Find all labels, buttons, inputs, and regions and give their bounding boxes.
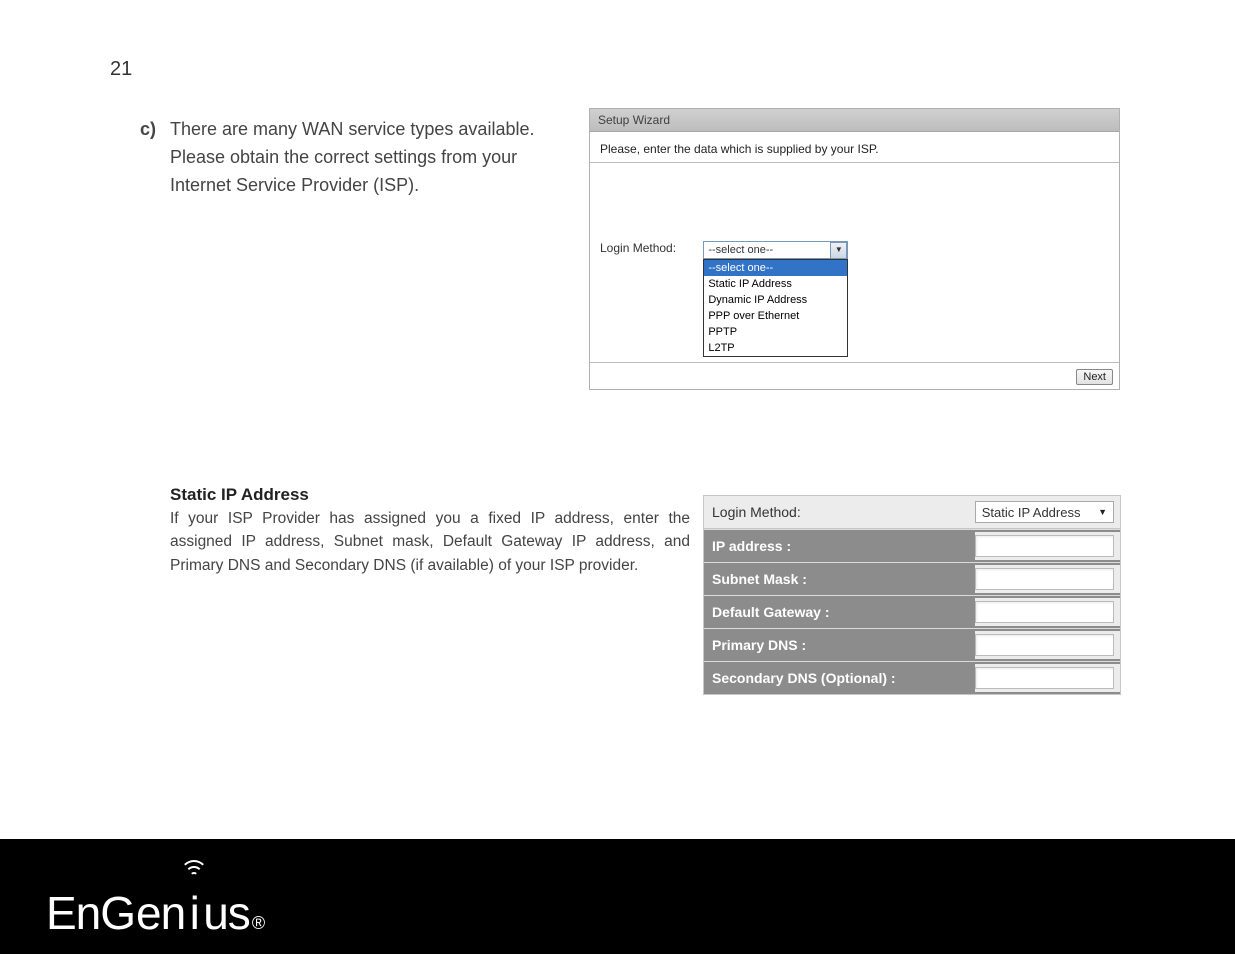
logo-text-us: us bbox=[203, 886, 250, 940]
static-ip-login-value: Static IP Address bbox=[982, 505, 1081, 520]
login-method-label: Login Method: bbox=[600, 241, 700, 255]
static-ip-login-row: Login Method: Static IP Address ▼ bbox=[704, 496, 1120, 529]
option-dynamic-ip[interactable]: Dynamic IP Address bbox=[704, 292, 847, 308]
section-c-text: There are many WAN service types availab… bbox=[170, 116, 560, 200]
option-l2tp[interactable]: L2TP bbox=[704, 340, 847, 356]
static-ip-login-label: Login Method: bbox=[704, 504, 975, 520]
registered-trademark-icon: ® bbox=[252, 913, 265, 934]
input-secondary-dns[interactable] bbox=[975, 667, 1114, 689]
input-subnet-mask[interactable] bbox=[975, 568, 1114, 590]
login-method-selected[interactable]: --select one-- ▼ bbox=[703, 241, 848, 259]
section-c: c) There are many WAN service types avai… bbox=[140, 116, 560, 200]
static-ip-login-select[interactable]: Static IP Address ▼ bbox=[975, 501, 1114, 523]
label-secondary-dns: Secondary DNS (Optional) : bbox=[704, 670, 975, 686]
setup-wizard-title: Setup Wizard bbox=[590, 109, 1119, 132]
setup-wizard-footer: Next bbox=[590, 362, 1119, 389]
label-default-gateway: Default Gateway : bbox=[704, 604, 975, 620]
row-primary-dns: Primary DNS : bbox=[704, 628, 1120, 661]
dropdown-arrow-icon[interactable]: ▼ bbox=[830, 242, 847, 259]
option-static-ip[interactable]: Static IP Address bbox=[704, 276, 847, 292]
input-ip-address[interactable] bbox=[975, 535, 1114, 557]
row-ip-address: IP address : bbox=[704, 529, 1120, 562]
setup-wizard-body: Login Method: --select one-- ▼ --select … bbox=[590, 162, 1119, 362]
logo-text-en: En bbox=[46, 886, 100, 940]
label-ip-address: IP address : bbox=[704, 538, 975, 554]
logo-text-g: G bbox=[100, 886, 136, 940]
static-ip-heading: Static IP Address bbox=[170, 485, 690, 505]
setup-wizard-instruction: Please, enter the data which is supplied… bbox=[590, 132, 1119, 162]
logo-i-with-wifi: i bbox=[185, 886, 203, 940]
row-subnet-mask: Subnet Mask : bbox=[704, 562, 1120, 595]
page-footer: EnGen i us® bbox=[0, 839, 1235, 954]
wifi-icon bbox=[179, 860, 209, 882]
engenius-logo: EnGen i us® bbox=[46, 886, 265, 940]
input-default-gateway[interactable] bbox=[975, 601, 1114, 623]
option-select-one[interactable]: --select one-- bbox=[704, 260, 847, 276]
list-marker-c: c) bbox=[140, 116, 168, 144]
login-method-combobox[interactable]: --select one-- ▼ --select one-- Static I… bbox=[703, 241, 848, 259]
row-default-gateway: Default Gateway : bbox=[704, 595, 1120, 628]
login-method-selected-text: --select one-- bbox=[708, 243, 773, 257]
logo-text-i: i bbox=[190, 887, 199, 939]
label-subnet-mask: Subnet Mask : bbox=[704, 571, 975, 587]
option-pppoe[interactable]: PPP over Ethernet bbox=[704, 308, 847, 324]
chevron-down-icon: ▼ bbox=[1098, 507, 1107, 517]
static-ip-form: Login Method: Static IP Address ▼ IP add… bbox=[703, 495, 1121, 695]
login-method-options[interactable]: --select one-- Static IP Address Dynamic… bbox=[703, 259, 848, 357]
setup-wizard-panel: Setup Wizard Please, enter the data whic… bbox=[589, 108, 1120, 390]
logo-text-en2: en bbox=[136, 886, 185, 940]
input-primary-dns[interactable] bbox=[975, 634, 1114, 656]
label-primary-dns: Primary DNS : bbox=[704, 637, 975, 653]
row-secondary-dns: Secondary DNS (Optional) : bbox=[704, 661, 1120, 694]
next-button[interactable]: Next bbox=[1076, 369, 1113, 385]
option-pptp[interactable]: PPTP bbox=[704, 324, 847, 340]
page-number: 21 bbox=[110, 58, 132, 81]
static-ip-paragraph: If your ISP Provider has assigned you a … bbox=[170, 507, 690, 577]
static-ip-description: Static IP Address If your ISP Provider h… bbox=[170, 485, 690, 577]
